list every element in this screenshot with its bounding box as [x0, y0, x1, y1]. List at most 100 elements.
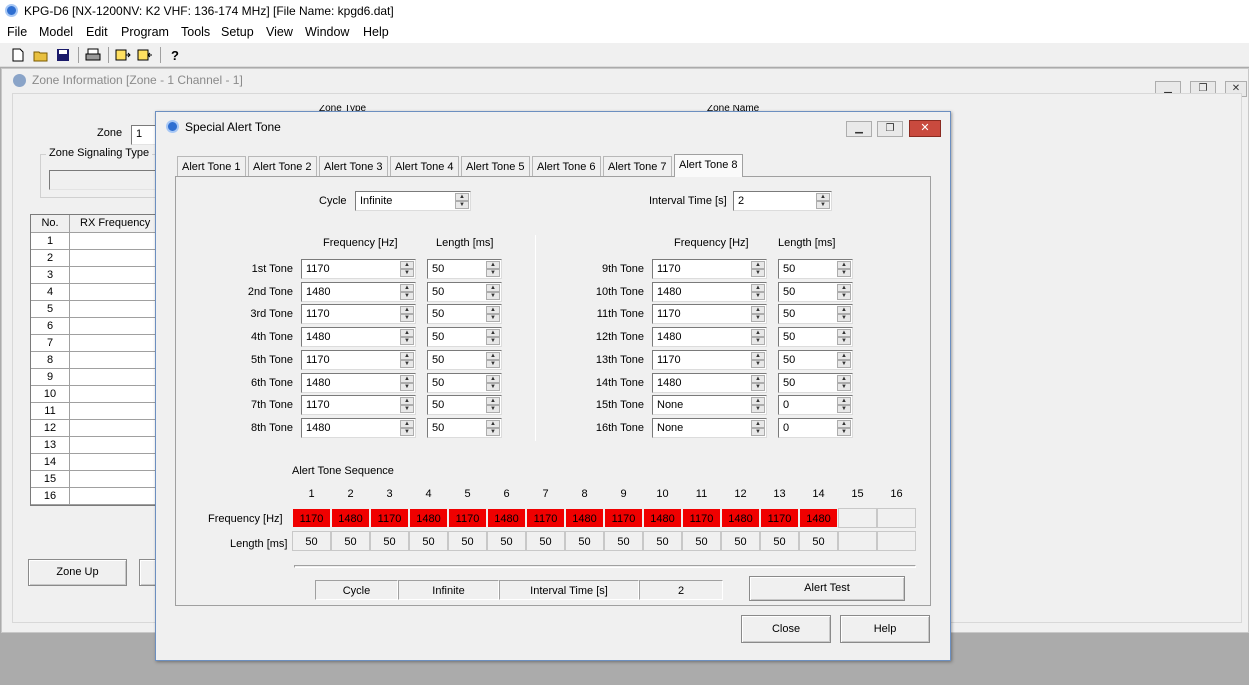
spin-down-icon[interactable]: ▼	[751, 269, 765, 277]
tone-length-spinbox[interactable]: 50 ▲ ▼	[778, 349, 853, 370]
tone-length-spinbox[interactable]: 50 ▲ ▼	[778, 327, 853, 348]
spin-up-icon[interactable]: ▲	[751, 261, 765, 269]
spin-down-icon[interactable]: ▼	[837, 405, 851, 414]
spin-up-icon[interactable]: ▲	[400, 261, 414, 269]
tone-length-spinbox[interactable]: 50 ▲ ▼	[427, 372, 502, 393]
spin-up-icon[interactable]: ▲	[837, 419, 851, 428]
help-button[interactable]: Help	[840, 615, 930, 643]
tone-length-spinbox[interactable]: 50 ▲ ▼	[427, 327, 502, 348]
tone-length-spinbox[interactable]: 50 ▲ ▼	[778, 304, 853, 325]
tone-length-spinbox[interactable]: 50 ▲ ▼	[778, 372, 853, 393]
spin-up-icon[interactable]: ▲	[751, 283, 765, 292]
spin-down-icon[interactable]: ▼	[751, 427, 765, 436]
spin-up-icon[interactable]: ▲	[400, 329, 414, 338]
cycle-spinbox[interactable]: Infinite ▲ ▼	[355, 191, 471, 211]
spin-down-icon[interactable]: ▼	[751, 314, 765, 323]
spin-down-icon[interactable]: ▼	[486, 269, 500, 277]
spin-up-icon[interactable]: ▲	[486, 283, 500, 292]
spin-up-icon[interactable]: ▲	[400, 306, 414, 315]
spin-down-icon[interactable]: ▼	[751, 337, 765, 346]
tone-length-spinbox[interactable]: 50 ▲ ▼	[427, 304, 502, 325]
spin-down-icon[interactable]: ▼	[400, 314, 414, 323]
new-file-icon[interactable]	[9, 46, 27, 64]
tone-length-spinbox[interactable]: 50 ▲ ▼	[427, 259, 502, 279]
spin-up-icon[interactable]: ▲	[837, 351, 851, 360]
tone-length-spinbox[interactable]: 50 ▲ ▼	[427, 395, 502, 416]
spin-up-icon[interactable]: ▲	[400, 351, 414, 360]
spin-up-icon[interactable]: ▲	[751, 329, 765, 338]
spin-up-icon[interactable]: ▲	[751, 374, 765, 383]
menu-file[interactable]: File	[7, 22, 27, 43]
spin-down-icon[interactable]: ▼	[400, 382, 414, 391]
spin-down-icon[interactable]: ▼	[400, 405, 414, 414]
dialog-close-button[interactable]: ✕	[909, 120, 941, 137]
spin-up-icon[interactable]: ▲	[400, 283, 414, 292]
spin-up-icon[interactable]: ▲	[486, 397, 500, 406]
spin-down-icon[interactable]: ▼	[751, 359, 765, 368]
tab-alert-tone-1[interactable]: Alert Tone 1	[177, 156, 246, 176]
spin-down-icon[interactable]: ▼	[837, 291, 851, 300]
open-folder-icon[interactable]	[32, 46, 50, 64]
tone-length-spinbox[interactable]: 0 ▲ ▼	[778, 395, 853, 416]
spin-up-icon[interactable]: ▲	[486, 306, 500, 315]
spin-up-icon[interactable]: ▲	[751, 306, 765, 315]
tone-frequency-spinbox[interactable]: 1480 ▲ ▼	[652, 372, 767, 393]
spin-down-icon[interactable]: ▼	[486, 427, 500, 436]
tone-frequency-spinbox[interactable]: 1480 ▲ ▼	[301, 372, 416, 393]
tone-frequency-spinbox[interactable]: 1480 ▲ ▼	[301, 417, 416, 438]
spin-up-icon[interactable]: ▲	[837, 306, 851, 315]
spin-down-icon[interactable]: ▼	[455, 201, 469, 209]
spin-down-icon[interactable]: ▼	[816, 201, 830, 209]
tone-frequency-spinbox[interactable]: 1480 ▲ ▼	[301, 281, 416, 302]
tone-frequency-spinbox[interactable]: 1170 ▲ ▼	[652, 304, 767, 325]
tone-frequency-spinbox[interactable]: 1170 ▲ ▼	[301, 349, 416, 370]
save-icon[interactable]	[54, 46, 72, 64]
tab-alert-tone-5[interactable]: Alert Tone 5	[461, 156, 530, 176]
tone-frequency-spinbox[interactable]: 1170 ▲ ▼	[301, 259, 416, 279]
spin-up-icon[interactable]: ▲	[751, 397, 765, 406]
spin-down-icon[interactable]: ▼	[486, 314, 500, 323]
print-icon[interactable]	[84, 46, 102, 64]
menu-help[interactable]: Help	[363, 22, 389, 43]
spin-down-icon[interactable]: ▼	[400, 269, 414, 277]
spin-down-icon[interactable]: ▼	[837, 337, 851, 346]
spin-up-icon[interactable]: ▲	[837, 374, 851, 383]
spin-up-icon[interactable]: ▲	[837, 261, 851, 269]
tone-frequency-spinbox[interactable]: 1170 ▲ ▼	[652, 349, 767, 370]
spin-up-icon[interactable]: ▲	[486, 351, 500, 360]
tone-frequency-spinbox[interactable]: 1170 ▲ ▼	[652, 259, 767, 279]
write-radio-icon[interactable]	[136, 46, 154, 64]
menu-window[interactable]: Window	[305, 22, 349, 43]
spin-down-icon[interactable]: ▼	[837, 269, 851, 277]
menu-tools[interactable]: Tools	[181, 22, 210, 43]
spin-down-icon[interactable]: ▼	[837, 359, 851, 368]
spin-down-icon[interactable]: ▼	[837, 314, 851, 323]
spin-up-icon[interactable]: ▲	[816, 193, 830, 201]
spin-up-icon[interactable]: ▲	[837, 283, 851, 292]
spin-up-icon[interactable]: ▲	[837, 329, 851, 338]
spin-down-icon[interactable]: ▼	[837, 427, 851, 436]
spin-up-icon[interactable]: ▲	[400, 397, 414, 406]
spin-down-icon[interactable]: ▼	[400, 359, 414, 368]
menu-program[interactable]: Program	[121, 22, 169, 43]
spin-down-icon[interactable]: ▼	[486, 291, 500, 300]
spin-down-icon[interactable]: ▼	[751, 291, 765, 300]
tone-length-spinbox[interactable]: 50 ▲ ▼	[427, 281, 502, 302]
tab-alert-tone-7[interactable]: Alert Tone 7	[603, 156, 672, 176]
tab-alert-tone-3[interactable]: Alert Tone 3	[319, 156, 388, 176]
spin-down-icon[interactable]: ▼	[486, 359, 500, 368]
spin-up-icon[interactable]: ▲	[400, 419, 414, 428]
dialog-minimize-button[interactable]: ▁	[846, 121, 872, 137]
interval-time-spinbox[interactable]: 2 ▲ ▼	[733, 191, 832, 211]
alert-test-button[interactable]: Alert Test	[749, 576, 905, 601]
tone-length-spinbox[interactable]: 0 ▲ ▼	[778, 417, 853, 438]
spin-up-icon[interactable]: ▲	[486, 329, 500, 338]
menu-setup[interactable]: Setup	[221, 22, 254, 43]
spin-down-icon[interactable]: ▼	[400, 291, 414, 300]
dialog-restore-button[interactable]: ❐	[877, 121, 903, 137]
tone-frequency-spinbox[interactable]: None ▲ ▼	[652, 417, 767, 438]
tone-length-spinbox[interactable]: 50 ▲ ▼	[778, 259, 853, 279]
close-button-dialog[interactable]: Close	[741, 615, 831, 643]
spin-down-icon[interactable]: ▼	[837, 382, 851, 391]
spin-down-icon[interactable]: ▼	[486, 405, 500, 414]
